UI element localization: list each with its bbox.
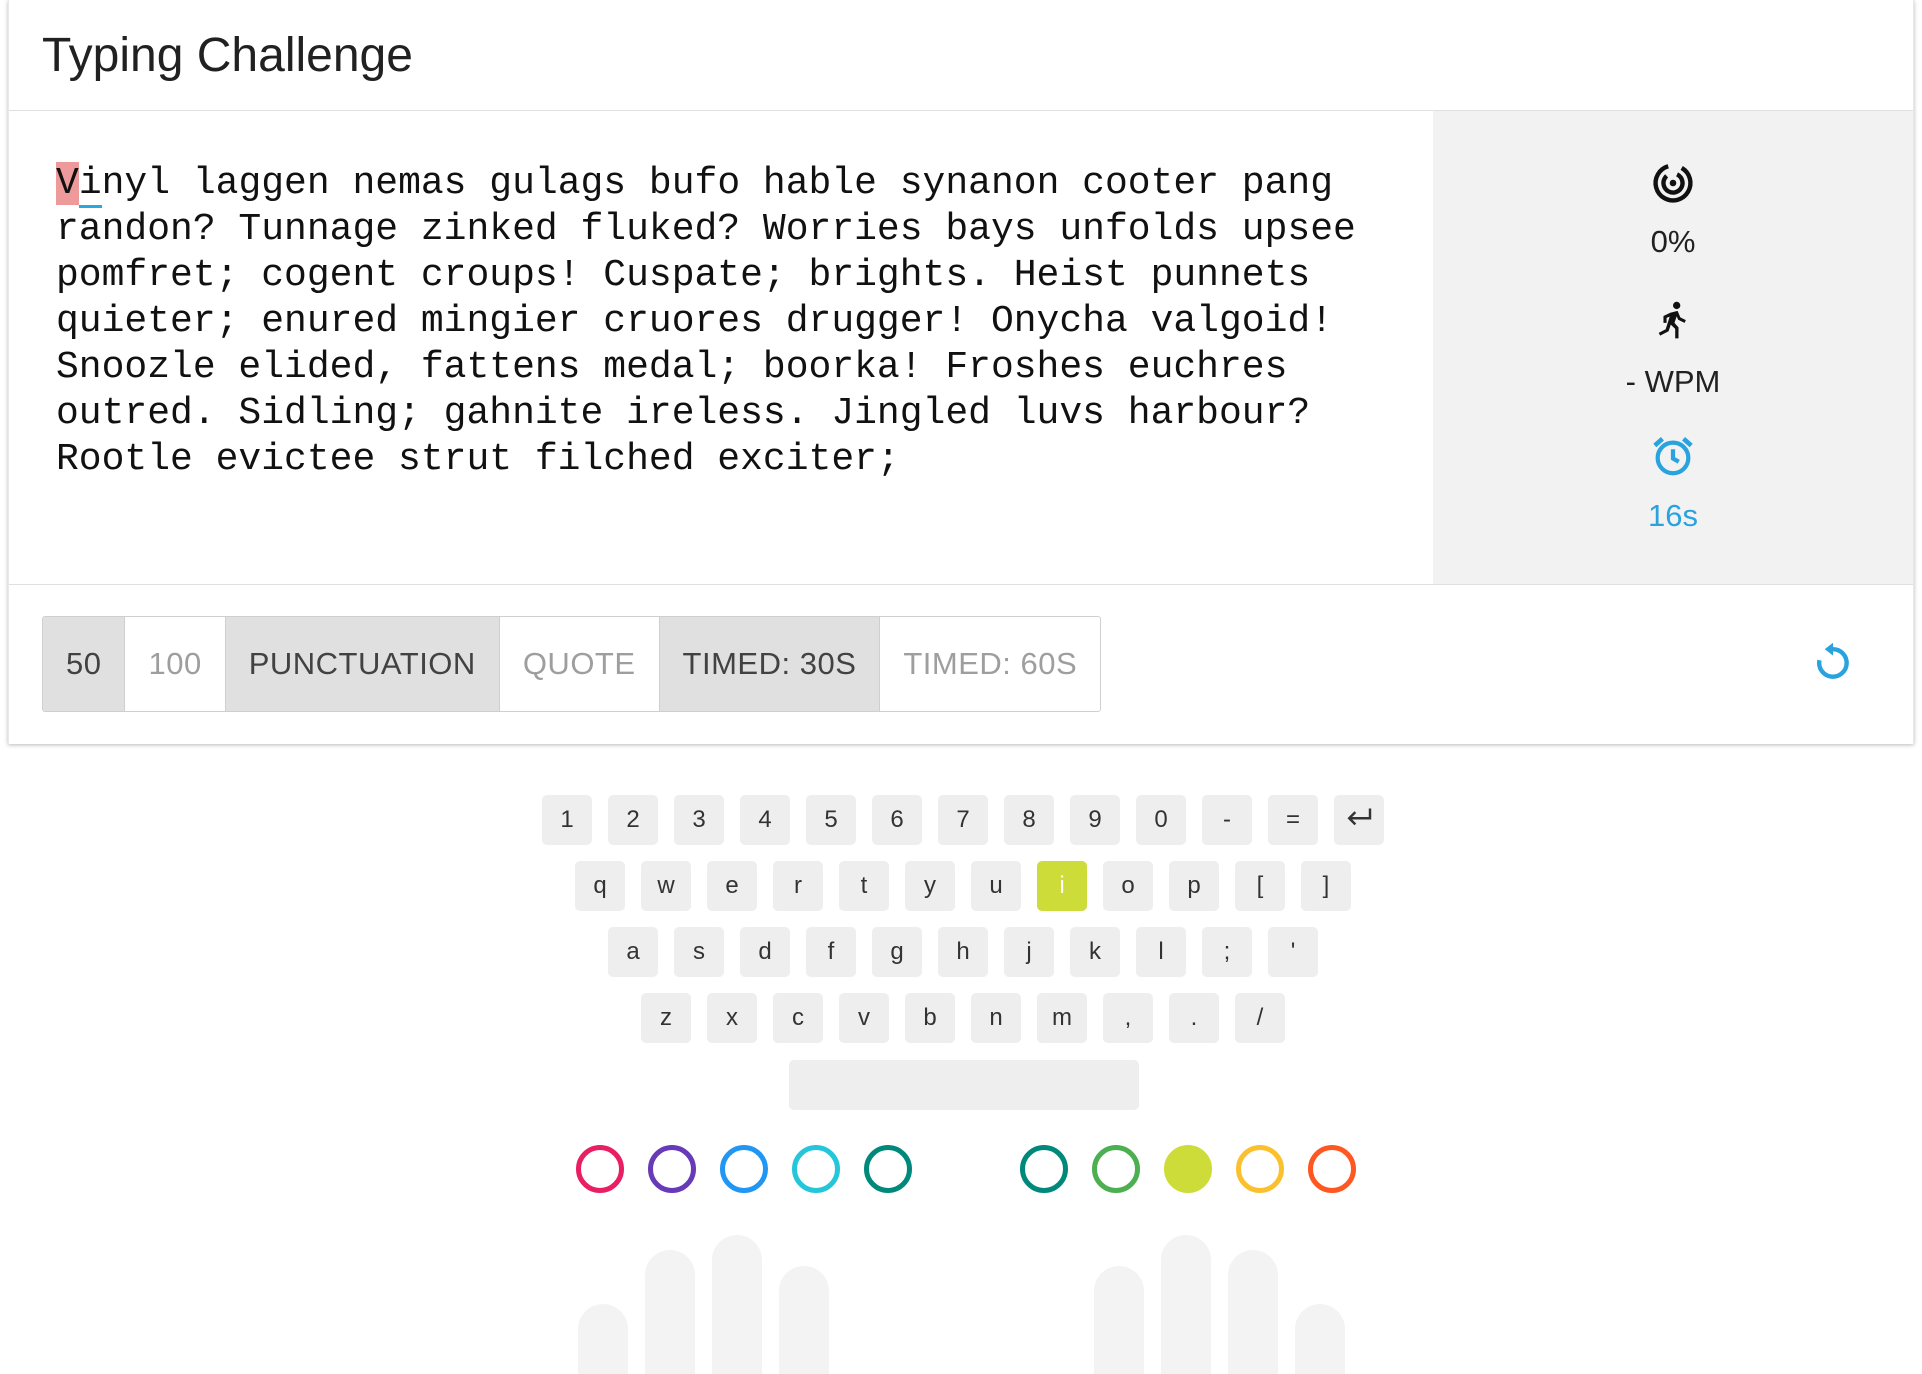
key-row2-4: t bbox=[839, 861, 889, 911]
right-hand-silhouette bbox=[1094, 1235, 1346, 1374]
key-row3-1: s bbox=[674, 927, 724, 977]
key-row4-0: z bbox=[641, 993, 691, 1043]
key-row4-9: / bbox=[1235, 993, 1285, 1043]
space-key bbox=[789, 1060, 1139, 1110]
keyboard-row-bottom: z x c v b n m,. / bbox=[641, 993, 1285, 1043]
keyboard-row-home: a s d f g h j k l; ' bbox=[608, 927, 1318, 977]
key-row3-9: ; bbox=[1202, 927, 1252, 977]
key-row1-4: 5 bbox=[806, 795, 856, 845]
key-row1-11: = bbox=[1268, 795, 1318, 845]
key-row4-7: , bbox=[1103, 993, 1153, 1043]
finger-left-1 bbox=[576, 1145, 624, 1193]
finger-left-5 bbox=[864, 1145, 912, 1193]
timer-value: 16s bbox=[1648, 498, 1698, 533]
option-50[interactable]: 50 bbox=[43, 617, 126, 711]
keyboard-row-numbers: 1 2 3 4 5 6 7 8 9 0- = bbox=[542, 795, 1384, 845]
keyboard-row-top: q w e r t y u i o p [] bbox=[575, 861, 1351, 911]
finger-right-2 bbox=[1092, 1145, 1140, 1193]
key-row3-6: j bbox=[1004, 927, 1054, 977]
next-char: i bbox=[78, 162, 102, 208]
key-row1-0: 1 bbox=[542, 795, 592, 845]
timer-stat: 16s bbox=[1648, 433, 1698, 569]
key-row1-6: 7 bbox=[938, 795, 988, 845]
key-row1-10: - bbox=[1202, 795, 1252, 845]
key-row1-2: 3 bbox=[674, 795, 724, 845]
finger-right-3 bbox=[1164, 1145, 1212, 1193]
remaining-text: nyl laggen nemas gulags bufo hable synan… bbox=[56, 162, 1356, 481]
key-row3-5: h bbox=[938, 927, 988, 977]
title-bar: Typing Challenge bbox=[9, 0, 1913, 111]
key-row4-3: v bbox=[839, 993, 889, 1043]
key-row3-2: d bbox=[740, 927, 790, 977]
accuracy-value: 0% bbox=[1650, 224, 1696, 259]
key-row4-4: b bbox=[905, 993, 955, 1043]
key-row2-1: w bbox=[641, 861, 691, 911]
controls-bar: 50 100 PUNCTUATION QUOTE TIMED: 30S TIME… bbox=[9, 585, 1913, 743]
key-row2-2: e bbox=[707, 861, 757, 911]
key-row3-4: g bbox=[872, 927, 922, 977]
enter-key bbox=[1334, 795, 1384, 845]
key-row3-3: f bbox=[806, 927, 856, 977]
finger-left-4 bbox=[792, 1145, 840, 1193]
key-row4-8: . bbox=[1169, 993, 1219, 1043]
finger-right-5 bbox=[1308, 1145, 1356, 1193]
key-row4-1: x bbox=[707, 993, 757, 1043]
key-row2-3: r bbox=[773, 861, 823, 911]
key-row2-7: i bbox=[1037, 861, 1087, 911]
key-row1-7: 8 bbox=[1004, 795, 1054, 845]
key-row1-1: 2 bbox=[608, 795, 658, 845]
typing-card: Typing Challenge Vinyl laggen nemas gula… bbox=[8, 0, 1914, 744]
finger-left-3 bbox=[720, 1145, 768, 1193]
stats-panel: 0% - WPM 16s bbox=[1433, 111, 1913, 584]
key-row2-0: q bbox=[575, 861, 625, 911]
runner-icon bbox=[1651, 297, 1695, 350]
key-row1-3: 4 bbox=[740, 795, 790, 845]
current-char: V bbox=[56, 162, 79, 205]
main-area: Vinyl laggen nemas gulags bufo hable syn… bbox=[9, 111, 1913, 585]
key-row1-8: 9 bbox=[1070, 795, 1120, 845]
finger-indicators bbox=[0, 1145, 1922, 1195]
wpm-value: - WPM bbox=[1625, 364, 1721, 399]
finger-left-2 bbox=[648, 1145, 696, 1193]
key-row2-6: u bbox=[971, 861, 1021, 911]
key-row2-8: o bbox=[1103, 861, 1153, 911]
option-timed-30s[interactable]: TIMED: 30S bbox=[659, 617, 881, 711]
reload-button[interactable] bbox=[1803, 634, 1863, 694]
speed-stat: - WPM bbox=[1625, 297, 1721, 433]
mode-options: 50 100 PUNCTUATION QUOTE TIMED: 30S TIME… bbox=[42, 616, 1102, 712]
option-punctuation[interactable]: PUNCTUATION bbox=[225, 617, 500, 711]
key-row3-0: a bbox=[608, 927, 658, 977]
option-timed-60s[interactable]: TIMED: 60S bbox=[880, 617, 1101, 711]
page-title: Typing Challenge bbox=[42, 28, 413, 82]
finger-right-1 bbox=[1020, 1145, 1068, 1193]
key-row3-8: l bbox=[1136, 927, 1186, 977]
key-row1-5: 6 bbox=[872, 795, 922, 845]
option-quote[interactable]: QUOTE bbox=[499, 617, 660, 711]
finger-right-4 bbox=[1236, 1145, 1284, 1193]
key-row2-5: y bbox=[905, 861, 955, 911]
typing-text-area[interactable]: Vinyl laggen nemas gulags bufo hable syn… bbox=[9, 111, 1433, 584]
key-row4-6: m bbox=[1037, 993, 1087, 1043]
key-row4-2: c bbox=[773, 993, 823, 1043]
key-row2-11: ] bbox=[1301, 861, 1351, 911]
key-row3-7: k bbox=[1070, 927, 1120, 977]
alarm-clock-icon bbox=[1650, 433, 1696, 484]
target-icon bbox=[1651, 161, 1695, 210]
key-row1-9: 0 bbox=[1136, 795, 1186, 845]
key-row4-5: n bbox=[971, 993, 1021, 1043]
left-hand-silhouette bbox=[578, 1235, 830, 1374]
key-row3-10: ' bbox=[1268, 927, 1318, 977]
key-row2-10: [ bbox=[1235, 861, 1285, 911]
accuracy-stat: 0% bbox=[1650, 161, 1696, 297]
enter-icon bbox=[1344, 806, 1374, 835]
key-row2-9: p bbox=[1169, 861, 1219, 911]
reload-icon bbox=[1811, 640, 1855, 689]
option-100[interactable]: 100 bbox=[125, 617, 226, 711]
